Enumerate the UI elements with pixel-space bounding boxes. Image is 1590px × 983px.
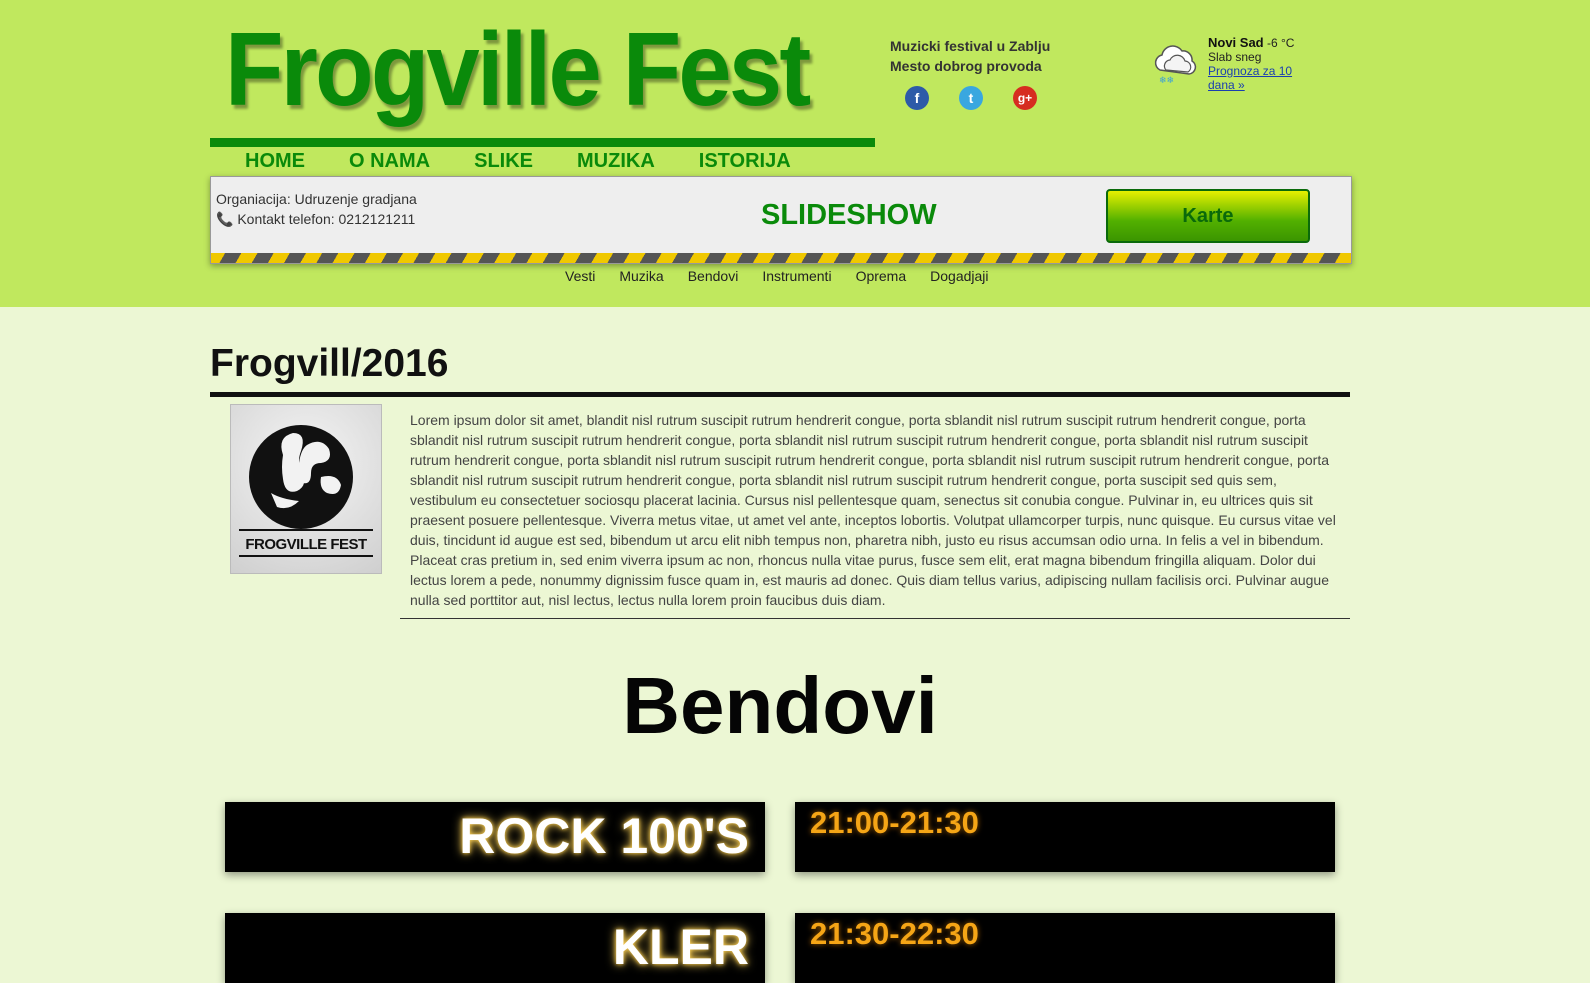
subnav-dogadjaji[interactable]: Dogadjaji (930, 268, 988, 284)
band-time-card: 21:00-21:30 (795, 802, 1335, 872)
nav-istorija[interactable]: ISTORIJA (699, 150, 791, 173)
page-title: Frogvill/2016 (210, 342, 449, 385)
band-name-card: KLER (225, 913, 765, 983)
facebook-icon[interactable]: f (905, 86, 929, 110)
logo-rule-top (239, 529, 373, 531)
contact-info: Organiacija: Udruzenje gradjana 📞 Kontak… (216, 189, 417, 229)
nav-o-nama[interactable]: O NAMA (349, 150, 430, 173)
nav-slike[interactable]: SLIKE (474, 150, 533, 173)
google-plus-icon[interactable]: g+ (1013, 86, 1037, 110)
tagline-line: Muzicki festival u Zablju (890, 38, 1051, 54)
twitter-icon[interactable]: t (959, 86, 983, 110)
band-time: 21:00-21:30 (810, 805, 979, 840)
subnav-muzika[interactable]: Muzika (619, 268, 663, 284)
site-tagline: Muzicki festival u Zablju Mesto dobrog p… (890, 36, 1050, 76)
band-name-card: ROCK 100'S (225, 802, 765, 872)
site-logo-title[interactable]: Frogville Fest (225, 10, 811, 130)
phone-icon: 📞 (216, 211, 234, 227)
title-divider (210, 392, 1350, 397)
article-divider (400, 618, 1350, 619)
weather-temperature: -6 °C (1266, 36, 1295, 50)
snow-cloud-icon: ❄❄ (1150, 36, 1200, 86)
phone-text: Kontakt telefon: 0212121211 (237, 211, 416, 227)
organization-text: Organiacija: Udruzenje gradjana (216, 191, 417, 207)
band-time: 21:30-22:30 (810, 916, 979, 951)
weather-text: Novi Sad -6 °C Slab sneg Prognoza za 10 … (1208, 35, 1308, 93)
tickets-button[interactable]: Karte (1106, 189, 1310, 243)
svg-text:❄❄: ❄❄ (1159, 76, 1174, 86)
subnav-vesti[interactable]: Vesti (565, 268, 595, 284)
festival-logo-image: FROGVILLE FEST (230, 404, 382, 574)
info-bar: Organiacija: Udruzenje gradjana 📞 Kontak… (210, 176, 1352, 264)
subnav-oprema[interactable]: Oprema (856, 268, 907, 284)
weather-widget: ❄❄ Novi Sad -6 °C Slab sneg Prognoza za … (1150, 36, 1308, 92)
article-body: Lorem ipsum dolor sit amet, blandit nisl… (410, 412, 1336, 608)
frog-logo-icon (249, 425, 353, 529)
logo-caption: FROGVILLE FEST (245, 536, 367, 553)
hazard-stripe (211, 253, 1351, 263)
main-nav: HOME O NAMA SLIKE MUZIKA ISTORIJA (245, 150, 835, 173)
subnav-instrumenti[interactable]: Instrumenti (762, 268, 831, 284)
slideshow-label[interactable]: SLIDESHOW (761, 199, 937, 232)
sub-nav: Vesti Muzika Bendovi Instrumenti Oprema … (565, 268, 1013, 284)
forecast-link[interactable]: Prognoza za 10 dana » (1208, 64, 1308, 92)
logo-rule-bottom (239, 555, 373, 557)
weather-condition: Slab sneg (1208, 50, 1262, 64)
band-time-card: 21:30-22:30 (795, 913, 1335, 983)
bands-section-title: Bendovi (622, 661, 938, 750)
nav-muzika[interactable]: MUZIKA (577, 150, 655, 173)
band-name: ROCK 100'S (459, 808, 749, 864)
band-name: KLER (612, 919, 749, 975)
social-links: f t g+ (905, 86, 1037, 110)
subnav-bendovi[interactable]: Bendovi (688, 268, 739, 284)
nav-divider (210, 138, 875, 147)
weather-city: Novi Sad (1208, 35, 1264, 50)
tagline-line: Mesto dobrog provoda (890, 58, 1042, 74)
nav-home[interactable]: HOME (245, 150, 305, 173)
